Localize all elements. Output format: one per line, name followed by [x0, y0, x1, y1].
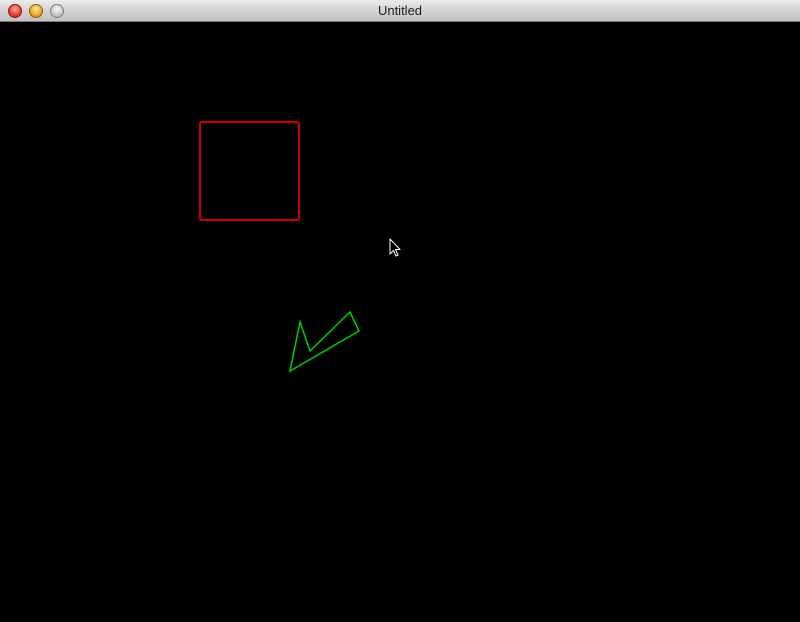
- canvas-svg: [199, 121, 401, 373]
- red-square-outline: [199, 121, 300, 221]
- window-title: Untitled: [377, 3, 423, 18]
- title-bar[interactable]: Untitled: [0, 0, 800, 22]
- green-arrowhead-outline: [288, 310, 360, 373]
- arrow-pointer-icon: [389, 238, 401, 257]
- app-window: Untitled: [0, 0, 800, 622]
- drawing-canvas[interactable]: [0, 22, 800, 622]
